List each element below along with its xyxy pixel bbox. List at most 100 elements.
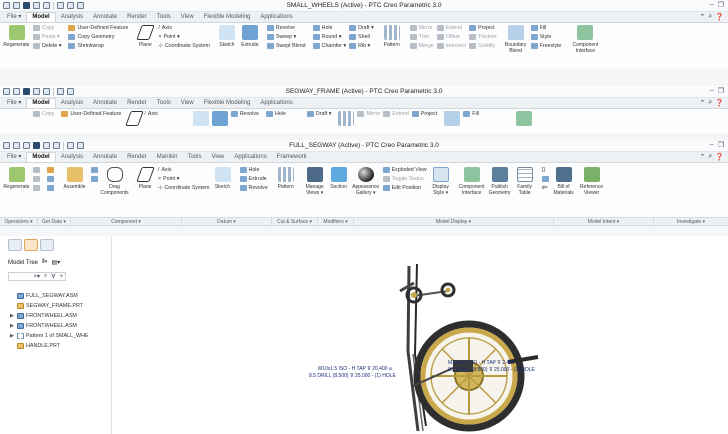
bill-of-materials-button[interactable]: Bill of Materials bbox=[552, 167, 576, 196]
udf-button[interactable] bbox=[47, 167, 54, 173]
component-interface-button[interactable]: Component Interface bbox=[459, 167, 485, 196]
regenerate-icon[interactable] bbox=[57, 2, 64, 9]
minimize-icon[interactable]: – bbox=[710, 1, 714, 9]
fill-button[interactable]: Fill bbox=[463, 111, 479, 117]
new-file-icon[interactable] bbox=[3, 142, 10, 149]
sweep-button[interactable]: Sweep ▾ bbox=[266, 34, 306, 40]
tree-item[interactable]: FULL_SEGWAY.ASM bbox=[10, 291, 111, 301]
axis-button[interactable]: / Axis bbox=[158, 25, 210, 31]
save-icon[interactable] bbox=[23, 2, 30, 9]
udf-button[interactable]: User-Defined Feature bbox=[61, 111, 121, 117]
group-label-model-display[interactable]: Model Display ▾ bbox=[354, 218, 554, 225]
tab-render[interactable]: Render bbox=[122, 153, 152, 162]
save-icon[interactable] bbox=[23, 88, 30, 95]
tab-render[interactable]: Render bbox=[122, 13, 152, 22]
intersect-button[interactable]: Intersect bbox=[436, 43, 466, 49]
hole-annotation[interactable]: 8.5 DRILL (8.800) ⊽ 25.000 - (1) HOLE bbox=[448, 367, 535, 373]
tab-render[interactable]: Render bbox=[122, 99, 152, 108]
appearance-gallery-button[interactable]: Appearance Gallery ▾ bbox=[352, 167, 380, 196]
tab-model[interactable]: Model bbox=[26, 12, 56, 22]
reference-viewer-button[interactable]: Reference Viewer bbox=[579, 167, 605, 196]
paste-button[interactable]: Paste ▾ bbox=[33, 34, 61, 40]
tab-applications[interactable]: Applications bbox=[255, 99, 297, 108]
plane-icon[interactable] bbox=[125, 111, 145, 126]
display-style-button[interactable]: Display Style ▾ bbox=[430, 167, 452, 196]
restore-icon[interactable]: ❐ bbox=[718, 141, 724, 149]
draft-button[interactable]: Draft ▾ bbox=[306, 111, 331, 117]
create-component-button[interactable] bbox=[91, 167, 98, 173]
expand-arrow-icon[interactable]: ▶ bbox=[10, 333, 15, 339]
tree-item[interactable]: ▶ FRONTWHEEL.ASM bbox=[10, 311, 111, 321]
extrude-button[interactable]: Extrude bbox=[239, 176, 268, 182]
repeat-component-button[interactable] bbox=[91, 176, 98, 182]
extrude-icon[interactable] bbox=[211, 111, 228, 126]
tab-file[interactable]: File ▾ bbox=[2, 12, 26, 22]
assemble-button[interactable]: Assemble bbox=[61, 167, 88, 190]
chamfer-button[interactable]: Chamfer ▾ bbox=[312, 43, 346, 49]
group-label-model-intent[interactable]: Model Intent ▾ bbox=[554, 218, 654, 225]
help-icon[interactable]: ❓ bbox=[715, 99, 724, 107]
hole-annotation[interactable]: 8.5 DRILL (8.500) ⊽ 25.000 - (1) HOLE bbox=[309, 373, 396, 379]
switch-dimensions-button[interactable]: d= bbox=[542, 185, 549, 191]
sketch-button[interactable]: Sketch bbox=[217, 25, 237, 48]
filter-icon[interactable]: ∀ bbox=[51, 273, 55, 280]
folder-icon[interactable] bbox=[23, 142, 30, 149]
hole-annotation[interactable]: M10x1.5 ISO - H TAP ⊽ 20.400 ⌀ bbox=[318, 366, 392, 372]
revolve-button[interactable]: Revolve bbox=[230, 111, 259, 117]
relations-button[interactable]: {} bbox=[542, 167, 549, 173]
family-table-button[interactable]: Family Table bbox=[515, 167, 535, 196]
close-window-icon[interactable] bbox=[77, 2, 84, 9]
favorites-tab-icon[interactable] bbox=[40, 239, 54, 251]
minimize-icon[interactable]: – bbox=[710, 141, 714, 149]
restore-icon[interactable]: ❐ bbox=[718, 87, 724, 95]
tab-framework[interactable]: Framework bbox=[272, 153, 312, 162]
edit-position-button[interactable]: Edit Position bbox=[382, 185, 427, 191]
section-button[interactable]: Section bbox=[329, 167, 349, 190]
boundary-blend-icon[interactable] bbox=[444, 111, 461, 126]
merge-button[interactable]: Merge bbox=[409, 43, 434, 49]
tab-analysis[interactable]: Analysis bbox=[56, 99, 88, 108]
search-icon[interactable]: ⌕ bbox=[708, 99, 712, 107]
tab-view[interactable]: View bbox=[176, 99, 199, 108]
axis-button[interactable]: / Axis bbox=[158, 167, 210, 173]
graphics-area[interactable]: M10x1.5 ISO - H TAP ⊽ 20.400 ⌀ 8.5 DRILL… bbox=[113, 236, 728, 434]
tab-tools[interactable]: Tools bbox=[182, 153, 206, 162]
save-icon[interactable] bbox=[33, 142, 40, 149]
regenerate-icon[interactable] bbox=[57, 88, 64, 95]
copy-geometry-button[interactable] bbox=[47, 176, 54, 182]
tree-item[interactable]: ▶ FRONTWHEEL.ASM bbox=[10, 321, 111, 331]
rib-button[interactable]: Rib ▾ bbox=[349, 43, 374, 49]
style-button[interactable]: Style bbox=[530, 34, 562, 40]
tab-file[interactable]: File ▾ bbox=[2, 98, 26, 108]
regenerate-button[interactable]: Regenerate bbox=[3, 167, 30, 190]
tab-flexible-modeling[interactable]: Flexible Modeling bbox=[199, 99, 256, 108]
extend-button[interactable]: Extend bbox=[383, 111, 409, 117]
tab-annotate[interactable]: Annotate bbox=[88, 153, 122, 162]
tab-analysis[interactable]: Analysis bbox=[56, 13, 88, 22]
group-label-operations[interactable]: Operations ▾ bbox=[0, 218, 38, 225]
shrinkwrap-button[interactable]: Shrinkwrap bbox=[68, 43, 128, 49]
shrinkwrap-button[interactable] bbox=[47, 185, 54, 191]
undo-icon[interactable] bbox=[43, 142, 50, 149]
coordinate-system-button[interactable]: ⊹ Coordinate System bbox=[158, 43, 210, 49]
model-tree-tab-icon[interactable] bbox=[8, 239, 22, 251]
swept-blend-button[interactable]: Swept Blend bbox=[266, 43, 306, 49]
tab-analysis[interactable]: Analysis bbox=[56, 153, 88, 162]
undo-icon[interactable] bbox=[33, 2, 40, 9]
pattern-icon[interactable] bbox=[338, 111, 355, 126]
help-icon[interactable]: ❓ bbox=[715, 13, 724, 21]
offset-button[interactable]: Offset bbox=[436, 34, 466, 40]
group-label-cut-surface[interactable]: Cut & Surface ▾ bbox=[272, 218, 318, 225]
fill-button[interactable]: Fill bbox=[530, 25, 562, 31]
search-icon[interactable]: ⌕ bbox=[708, 153, 712, 161]
new-file-icon[interactable] bbox=[3, 2, 10, 9]
find-icon[interactable]: ⌕ bbox=[44, 273, 47, 280]
regenerate-button[interactable]: Regenerate bbox=[3, 25, 30, 48]
solidify-button[interactable]: Solidify bbox=[469, 43, 497, 49]
extend-button[interactable]: Extend bbox=[436, 25, 466, 31]
component-interface-icon[interactable] bbox=[516, 111, 533, 126]
boundary-blend-button[interactable]: Boundary Blend bbox=[504, 25, 528, 54]
tree-settings-icon[interactable]: ⫴▾ bbox=[42, 259, 47, 266]
collapse-ribbon-icon[interactable]: ⌃ bbox=[699, 99, 705, 107]
windows-icon[interactable] bbox=[67, 88, 74, 95]
